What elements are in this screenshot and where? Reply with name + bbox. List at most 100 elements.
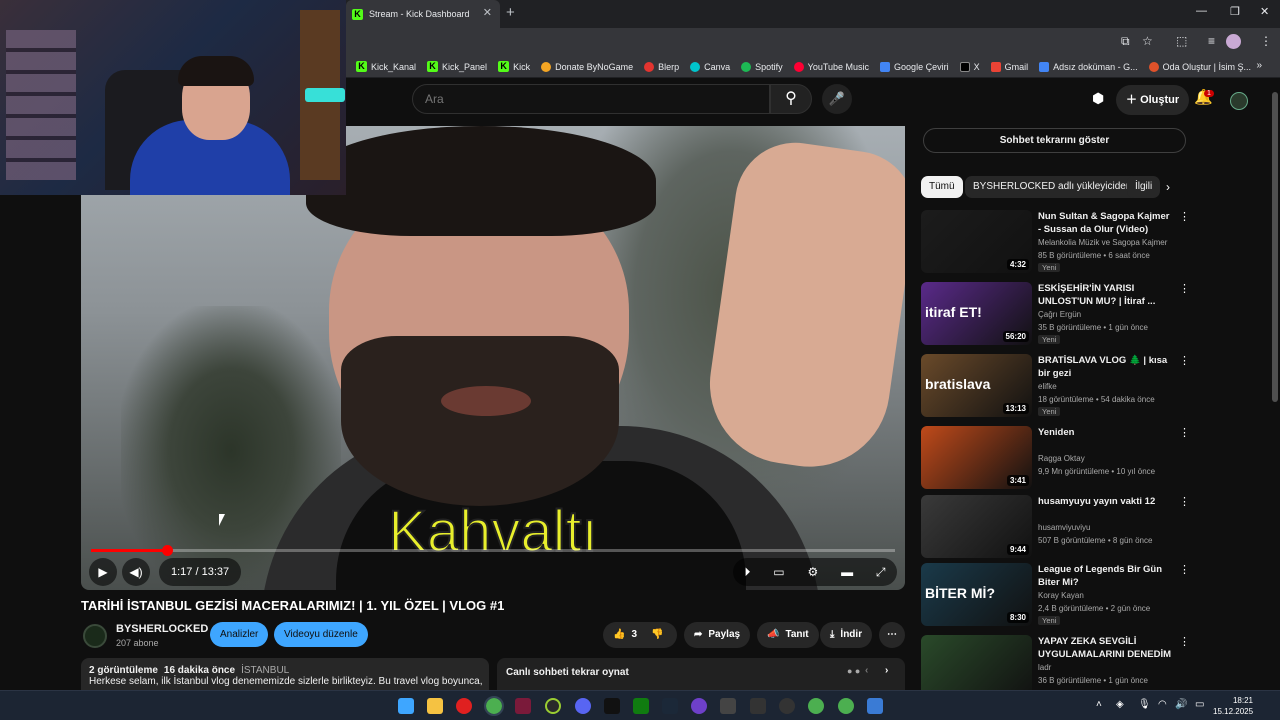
download-button[interactable]: ⤓ İndir [820,622,873,648]
captions-icon[interactable]: ▭ [773,565,784,579]
tray-overflow-icon[interactable]: ˄ [1096,699,1102,710]
rec-menu-icon[interactable]: ⋮ [1179,495,1190,508]
rec-menu-icon[interactable]: ⋮ [1179,282,1190,295]
rec-menu-icon[interactable]: ⋮ [1179,563,1190,576]
rec-channel[interactable]: elifke [1038,382,1057,391]
app-icon[interactable] [720,698,736,714]
video-thumbnail[interactable]: BİTER Mİ? 8:30 [921,563,1032,626]
new-tab-icon[interactable]: + [506,4,515,21]
rec-channel[interactable]: ladr [1038,663,1051,672]
share-button[interactable]: ➦ Paylaş [684,622,751,648]
chip-related[interactable]: İlgili [1127,176,1161,198]
browser-tab[interactable]: K Stream - Kick Dashboard ✕ [346,0,500,28]
chip-uploader[interactable]: BYSHERLOCKED adlı yükleyiciden [965,176,1140,198]
theater-mode-icon[interactable]: ▬ [841,565,853,579]
app-icon[interactable] [750,698,766,714]
rec-title[interactable]: ESKİŞEHİR'İN YARISI UNLOST'UN MU? | İtir… [1038,282,1174,308]
discord-icon[interactable] [575,698,591,714]
settings-gear-icon[interactable]: ⚙ [807,565,818,579]
recommendation-item[interactable]: 9:44 husamyuyu yayın vakti 12 husamviyuviy… [921,495,1190,559]
windows-start-icon[interactable] [398,698,414,714]
bookmark-spotify[interactable]: Spotify [741,61,783,72]
fullscreen-icon[interactable]: ⤢ [876,565,886,580]
carousel-next-icon[interactable]: › [885,665,888,676]
speaker-icon[interactable]: 🔊 [1175,699,1187,710]
steam-icon[interactable] [662,698,678,714]
rec-title[interactable]: husamyuyu yayın vakti 12 [1038,495,1174,508]
voice-search-button[interactable]: 🎤 [822,84,852,114]
progress-scrubber[interactable] [161,545,173,556]
bookmark-x[interactable]: X [959,61,980,72]
youtube-app-icon[interactable] [456,698,472,714]
recommendation-item[interactable]: 4:32 Nun Sultan & Sagopa Kajmer - Sussan … [921,210,1190,274]
restore-icon[interactable]: ❐ [1230,5,1240,18]
bookmark-donate[interactable]: Donate ByNoGame [541,61,633,72]
search-button[interactable]: ⚲ [770,84,812,114]
reading-list-icon[interactable]: ≡ [1208,34,1215,48]
search-input[interactable] [412,84,770,114]
network-icon[interactable]: ◈ [1116,699,1124,710]
volume-button[interactable]: ◀) [122,558,150,586]
chips-next-icon[interactable]: › [1166,180,1170,194]
user-avatar[interactable] [1230,92,1248,110]
page-scrollbar[interactable] [1270,78,1280,690]
rec-title[interactable]: YAPAY ZEKA SEVGİLİ UYGULAMALARINI DENEDİ… [1038,635,1174,661]
chrome-icon[interactable] [808,698,824,714]
chrome-icon[interactable] [838,698,854,714]
recommendation-item[interactable]: itiraf ET! 56:20 ESKİŞEHİR'İN YARISI UNLOS… [921,282,1190,346]
file-explorer-icon[interactable] [427,698,443,714]
rec-title[interactable]: League of Legends Bir Gün Biter Mi? [1038,563,1174,589]
xbox-icon[interactable] [633,698,649,714]
rec-title[interactable]: Nun Sultan & Sagopa Kajmer - Sussan da O… [1038,210,1174,236]
bookmark-google-translate[interactable]: Google Çeviri [880,61,949,72]
extensions-icon[interactable]: ⬚ [1176,34,1187,48]
scrollbar-thumb[interactable] [1272,92,1278,402]
bookmark-kick[interactable]: K Kick [498,61,530,72]
chrome-icon[interactable] [484,696,504,716]
play-button[interactable]: ▶ [89,558,117,586]
app-icon[interactable] [779,698,795,714]
dislike-icon[interactable]: 👎 [651,622,663,648]
recommendation-item[interactable]: BİTER Mİ? 8:30 League of Legends Bir Gün B… [921,563,1190,627]
recommendation-item[interactable]: 3:41 Yeniden Ragga Oktay 9,9 Mn görüntüleme… [921,426,1190,490]
progress-bar[interactable] [91,545,895,556]
bookmark-blerp[interactable]: Blerp [644,61,679,72]
mic-tray-icon[interactable]: 🎙 [1138,699,1151,710]
bookmark-docs[interactable]: Adsız doküman - G... [1039,61,1138,72]
bookmark-canva[interactable]: Canva [690,61,730,72]
rec-channel[interactable]: Melankolia Müzik ve Sagopa Kajmer [1038,238,1167,247]
video-thumbnail[interactable]: itiraf ET! 56:20 [921,282,1032,345]
rec-channel[interactable]: Çağrı Ergün [1038,310,1081,319]
show-chat-replay-button[interactable]: Sohbet tekrarını göster [923,128,1186,153]
rec-title[interactable]: Yeniden [1038,426,1174,439]
channel-name[interactable]: BYSHERLOCKED [116,623,208,635]
rec-menu-icon[interactable]: ⋮ [1179,354,1190,367]
battery-icon[interactable]: ▭ [1195,699,1204,710]
window-close-icon[interactable]: ✕ [1260,5,1269,18]
rec-channel[interactable]: husamviyuviyu [1038,523,1090,532]
edit-video-button[interactable]: Videoyu düzenle [274,622,368,647]
rec-menu-icon[interactable]: ⋮ [1179,426,1190,439]
bookmark-oda[interactable]: Oda Oluştur | İsim Ş... [1148,61,1251,72]
profile-avatar[interactable] [1226,34,1241,49]
bookmarks-overflow-icon[interactable]: » [1256,60,1262,71]
app-icon[interactable] [515,698,531,714]
video-thumbnail[interactable]: 9:44 [921,495,1032,558]
bookmark-kick-kanal[interactable]: K Kick_Kanal [356,61,416,72]
app-icon[interactable] [545,698,561,714]
analytics-button[interactable]: Analizler [210,622,269,647]
rec-title[interactable]: BRATİSLAVA VLOG 🌲 | kısa bir gezi [1038,354,1174,380]
more-actions-button[interactable]: ⋯ [879,622,905,648]
create-button[interactable]: ＋ Oluştur [1116,85,1190,115]
rec-channel[interactable]: Ragga Oktay [1038,454,1085,463]
app-icon[interactable] [691,698,707,714]
recommendation-item[interactable]: bratislava 13:13 BRATİSLAVA VLOG 🌲 | kısa … [921,354,1190,418]
bookmark-star-icon[interactable]: ☆ [1142,34,1153,48]
location-tag[interactable]: İSTANBUL [241,665,289,676]
chip-all[interactable]: Tümü [921,176,963,198]
video-thumbnail[interactable]: bratislava 13:13 [921,354,1032,417]
cast-icon[interactable]: ⧉ [1121,34,1130,49]
rec-menu-icon[interactable]: ⋮ [1179,210,1190,223]
video-player[interactable]: Kahvaltı ▶ ◀) 1:17 / 13:37 ⏵ ▭ ⚙ ▬ ⤢ [81,126,905,590]
like-icon[interactable]: 👍 [613,622,625,648]
